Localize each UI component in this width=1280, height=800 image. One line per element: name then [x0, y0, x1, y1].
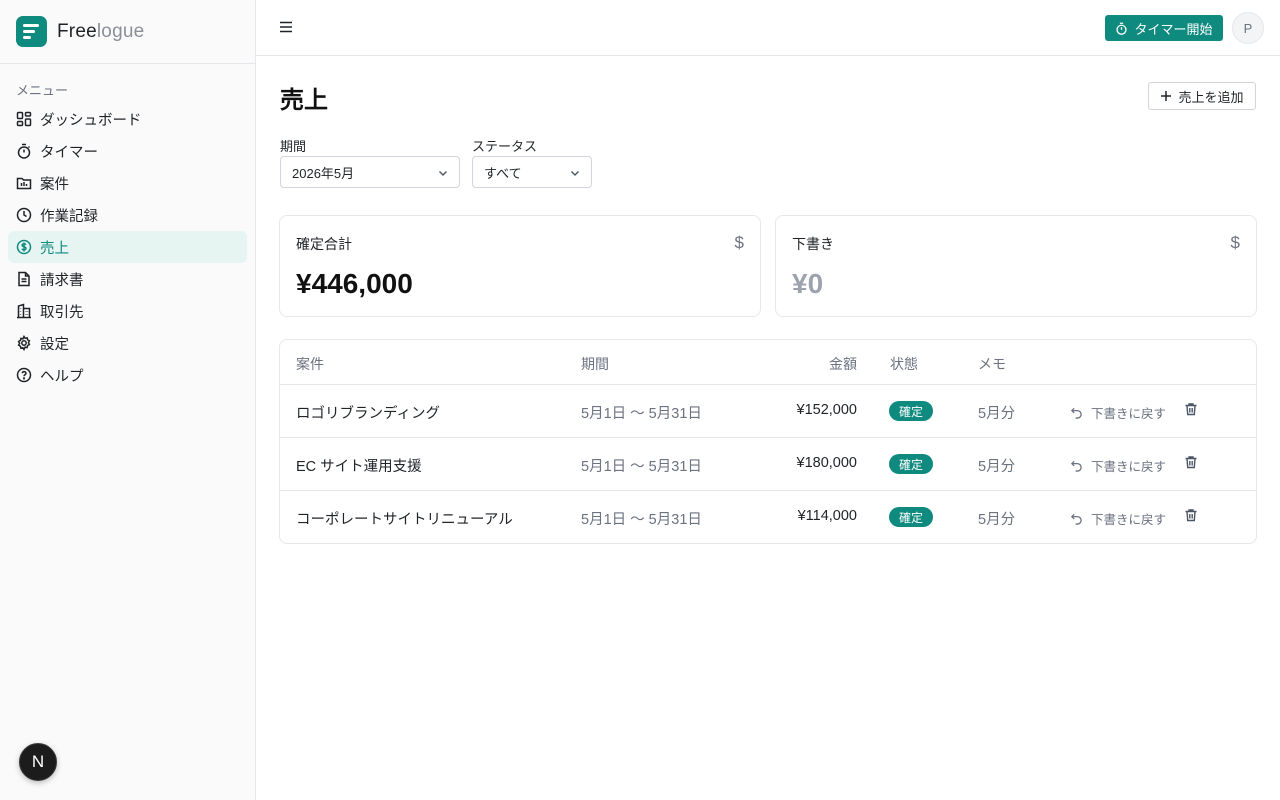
revert-label: 下書きに戻す — [1091, 460, 1167, 474]
topbar: タイマー開始 P — [256, 0, 1280, 56]
clock-icon — [16, 207, 32, 223]
row-memo: 5月分 — [978, 512, 1016, 528]
status-badge: 確定 — [889, 454, 934, 474]
period-filter-label: 期間 — [280, 139, 307, 154]
add-sale-label: 売上を追加 — [1178, 89, 1244, 105]
start-timer-label: タイマー開始 — [1134, 21, 1213, 37]
status-badge: 確定 — [889, 507, 934, 527]
row-amount: ¥114,000 — [797, 508, 857, 524]
page-title: 売上 — [280, 87, 328, 114]
row-period: 5月1日 〜 5月31日 — [581, 459, 702, 475]
revert-to-draft-button[interactable]: 下書きに戻す — [1070, 403, 1166, 422]
row-amount: ¥152,000 — [796, 402, 857, 418]
document-icon — [18, 271, 30, 287]
row-project: EC サイト運用支援 — [296, 459, 422, 475]
draft-total-value: ¥0 — [792, 268, 824, 299]
sidebar-item-label: 取引先 — [40, 304, 84, 321]
card-title: 下書き — [792, 236, 834, 252]
sidebar-item-label: 作業記録 — [40, 208, 98, 225]
start-timer-button[interactable]: タイマー開始 — [1105, 15, 1223, 41]
period-select-value: 2026年5月 — [292, 165, 355, 181]
sidebar-nav: ダッシュボード タイマー 案件 作業記録 売上 請求書 取引先 設定 ヘルプ — [8, 103, 247, 391]
sidebar: Freelogue メニュー ダッシュボード タイマー 案件 作業記録 売上 請… — [0, 0, 256, 800]
row-memo: 5月分 — [978, 459, 1016, 475]
menu-label: メニュー — [16, 83, 69, 98]
sidebar-item-label: 請求書 — [40, 272, 84, 289]
status-select-value: すべて — [484, 165, 522, 181]
sidebar-item-label: ヘルプ — [40, 368, 84, 385]
sidebar-item-label: タイマー — [40, 144, 98, 161]
dashboard-icon — [16, 111, 32, 127]
revert-label: 下書きに戻す — [1091, 513, 1167, 527]
column-header-memo: メモ — [978, 356, 1006, 372]
building-icon — [17, 303, 31, 319]
column-header-project: 案件 — [296, 356, 324, 372]
sidebar-item-dashboard[interactable]: ダッシュボード — [8, 103, 247, 135]
dollar-icon: $ — [734, 233, 744, 252]
folder-icon — [16, 177, 32, 190]
sidebar-item-label: ダッシュボード — [40, 112, 142, 129]
card-title: 確定合計 — [296, 236, 352, 252]
sidebar-item-label: 売上 — [40, 240, 69, 257]
sidebar-item-timer[interactable]: タイマー — [8, 135, 247, 167]
trash-icon[interactable] — [1184, 402, 1198, 416]
brand-name: Freelogue — [57, 20, 145, 42]
row-project: コーポレートサイトリニューアル — [296, 512, 513, 528]
undo-icon — [1070, 407, 1082, 419]
dollar-icon: $ — [1230, 233, 1240, 252]
status-badge: 確定 — [889, 401, 934, 421]
sidebar-item-clients[interactable]: 取引先 — [8, 295, 247, 327]
trash-icon[interactable] — [1184, 508, 1198, 522]
row-period: 5月1日 〜 5月31日 — [581, 512, 702, 528]
avatar[interactable]: P — [1232, 12, 1264, 44]
sidebar-item-invoices[interactable]: 請求書 — [8, 263, 247, 295]
column-header-amount: 金額 — [829, 356, 857, 372]
sidebar-item-work-log[interactable]: 作業記録 — [8, 199, 247, 231]
timer-icon — [17, 143, 31, 159]
period-select[interactable]: 2026年5月 — [280, 156, 460, 188]
draft-total-card: 下書き $ ¥0 — [775, 215, 1257, 317]
revert-to-draft-button[interactable]: 下書きに戻す — [1070, 456, 1166, 475]
row-period: 5月1日 〜 5月31日 — [581, 406, 702, 422]
column-header-status: 状態 — [890, 356, 918, 372]
row-project: ロゴリブランディング — [296, 406, 440, 422]
confirmed-total-value: ¥446,000 — [296, 268, 413, 299]
timer-icon — [1116, 22, 1128, 35]
row-memo: 5月分 — [978, 406, 1016, 422]
plus-icon — [1161, 91, 1172, 101]
help-circle-icon — [16, 367, 32, 383]
add-sale-button[interactable]: 売上を追加 — [1148, 82, 1256, 110]
chevron-down-icon — [439, 171, 447, 176]
undo-icon — [1070, 460, 1082, 472]
table-header: 案件 期間 金額 状態 メモ — [280, 340, 1256, 385]
status-filter-label: ステータス — [472, 139, 538, 154]
sidebar-item-projects[interactable]: 案件 — [8, 167, 247, 199]
undo-icon — [1070, 513, 1082, 525]
sales-table: 案件 期間 金額 状態 メモ ロゴリブランディング 5月1日 〜 5月31日 ¥… — [279, 339, 1257, 544]
sidebar-item-settings[interactable]: 設定 — [8, 327, 247, 359]
revert-to-draft-button[interactable]: 下書きに戻す — [1070, 509, 1166, 528]
sidebar-item-help[interactable]: ヘルプ — [8, 359, 247, 391]
trash-icon[interactable] — [1184, 455, 1198, 469]
brand-logo-icon — [16, 16, 47, 47]
confirmed-total-card: 確定合計 $ ¥446,000 — [279, 215, 761, 317]
revert-label: 下書きに戻す — [1091, 407, 1167, 421]
status-select[interactable]: すべて — [472, 156, 592, 188]
sidebar-item-sales[interactable]: 売上 — [8, 231, 247, 263]
brand[interactable]: Freelogue — [0, 0, 255, 64]
table-row: EC サイト運用支援 5月1日 〜 5月31日 ¥180,000 確定 5月分 … — [280, 438, 1256, 491]
sidebar-item-label: 設定 — [40, 336, 69, 353]
row-amount: ¥180,000 — [796, 455, 857, 471]
dollar-circle-icon — [16, 239, 32, 255]
column-header-period: 期間 — [581, 356, 609, 372]
gear-icon — [17, 335, 31, 351]
n-badge-button[interactable]: N — [19, 743, 57, 781]
hamburger-menu-icon[interactable] — [278, 19, 294, 35]
table-row: コーポレートサイトリニューアル 5月1日 〜 5月31日 ¥114,000 確定… — [280, 491, 1256, 543]
chevron-down-icon — [571, 171, 579, 176]
sidebar-item-label: 案件 — [40, 176, 69, 193]
table-row: ロゴリブランディング 5月1日 〜 5月31日 ¥152,000 確定 5月分 … — [280, 385, 1256, 438]
